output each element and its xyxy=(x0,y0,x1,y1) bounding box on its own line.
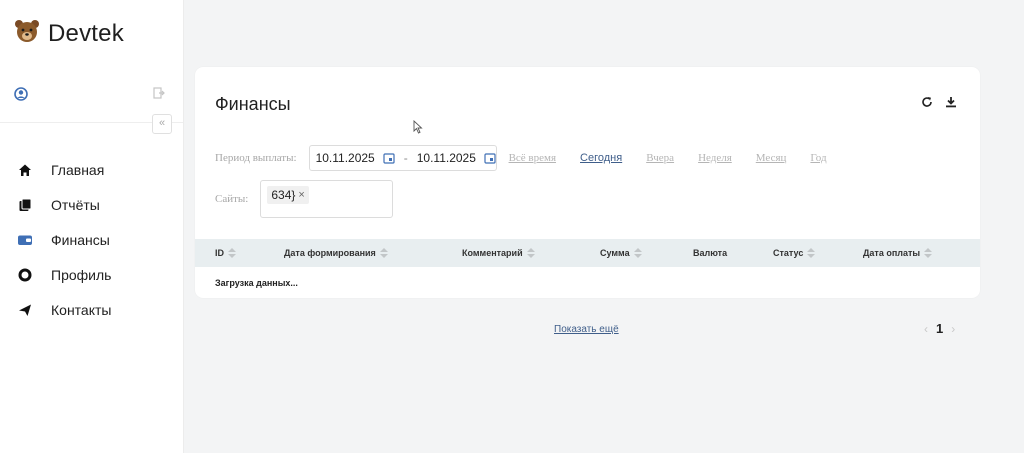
gear-icon xyxy=(16,266,34,284)
sidebar-item-label: Отчёты xyxy=(51,196,100,213)
header-actions xyxy=(918,93,960,111)
paper-plane-icon xyxy=(16,301,34,319)
sort-icon xyxy=(807,248,816,258)
sidebar-item-contacts[interactable]: Контакты xyxy=(0,292,183,327)
site-tag-label: 634} xyxy=(271,188,296,202)
column-status[interactable]: Статус xyxy=(773,239,816,267)
period-week-link[interactable]: Неделя xyxy=(698,152,732,164)
column-header-label: Дата формирования xyxy=(284,248,376,258)
sort-icon xyxy=(526,248,535,258)
sidebar-item-label: Главная xyxy=(51,161,105,178)
column-header-label: ID xyxy=(215,248,224,258)
logo[interactable]: Devtek xyxy=(14,18,124,49)
download-icon[interactable] xyxy=(942,93,960,111)
prev-page-icon[interactable]: ‹ xyxy=(924,322,928,336)
sidebar: Devtek « Главная Отчёты Финансы Профиль … xyxy=(0,0,184,453)
column-header-label: Комментарий xyxy=(462,248,523,258)
period-label: Период выплаты: xyxy=(215,152,297,164)
sort-icon xyxy=(379,248,388,258)
sidebar-nav: Главная Отчёты Финансы Профиль Контакты xyxy=(0,152,183,327)
period-all-time-link[interactable]: Всё время xyxy=(509,152,556,164)
column-id[interactable]: ID xyxy=(215,239,236,267)
column-header-label: Валюта xyxy=(693,248,728,258)
next-page-icon[interactable]: › xyxy=(951,322,955,336)
sidebar-item-label: Профиль xyxy=(51,266,112,283)
show-more-link[interactable]: Показать ещё xyxy=(554,324,619,335)
sort-icon xyxy=(924,248,933,258)
sidebar-item-label: Контакты xyxy=(51,301,112,318)
date-to-input[interactable]: 10.11.2025 xyxy=(417,151,476,165)
period-yesterday-link[interactable]: Вчера xyxy=(646,152,674,164)
sidebar-item-profile[interactable]: Профиль xyxy=(0,257,183,292)
date-from-input[interactable]: 10.11.2025 xyxy=(316,151,375,165)
period-year-link[interactable]: Год xyxy=(810,152,826,164)
calendar-icon[interactable] xyxy=(484,152,496,164)
page-title: Финансы xyxy=(215,94,291,114)
user-avatar-icon[interactable] xyxy=(14,87,28,106)
sites-multiselect[interactable]: 634} × xyxy=(260,180,394,218)
collapse-sidebar-button[interactable]: « xyxy=(152,114,172,134)
column-currency: Валюта xyxy=(693,239,727,267)
sidebar-item-finance[interactable]: Финансы xyxy=(0,222,183,257)
column-created-date[interactable]: Дата формирования xyxy=(284,239,388,267)
refresh-icon[interactable] xyxy=(918,93,936,111)
bear-logo-icon xyxy=(14,18,40,49)
period-month-link[interactable]: Месяц xyxy=(756,152,787,164)
wallet-icon xyxy=(16,231,34,249)
date-range-picker[interactable]: 10.11.2025 - 10.11.2025 xyxy=(308,145,497,171)
sites-label: Сайты: xyxy=(215,193,249,205)
sidebar-item-label: Финансы xyxy=(51,231,110,248)
period-today-link[interactable]: Сегодня xyxy=(580,152,622,164)
logout-icon[interactable] xyxy=(152,86,166,105)
column-comment[interactable]: Комментарий xyxy=(462,239,535,267)
remove-tag-icon[interactable]: × xyxy=(298,189,304,201)
sort-icon xyxy=(228,248,236,258)
sites-filter: Сайты: 634} × xyxy=(215,180,394,218)
mouse-cursor-icon xyxy=(413,119,423,139)
column-header-label: Статус xyxy=(773,248,804,258)
calendar-icon[interactable] xyxy=(383,152,395,164)
period-filter: Период выплаты: 10.11.2025 - 10.11.2025 … xyxy=(215,145,827,171)
loading-text: Загрузка данных... xyxy=(215,278,298,288)
column-amount[interactable]: Сумма xyxy=(600,239,642,267)
pagination: ‹ 1 › xyxy=(924,321,955,336)
date-range-separator: - xyxy=(403,151,408,165)
brand-name: Devtek xyxy=(48,19,124,47)
sidebar-item-home[interactable]: Главная xyxy=(0,152,183,187)
finance-card: Финансы Период выплаты: 10.11.2025 - 10.… xyxy=(195,67,980,298)
column-header-label: Сумма xyxy=(600,248,630,258)
column-payment-date[interactable]: Дата оплаты xyxy=(863,239,933,267)
column-header-label: Дата оплаты xyxy=(863,248,921,258)
home-icon xyxy=(16,161,34,179)
reports-icon xyxy=(16,196,34,214)
table-header: ID Дата формирования Комментарий Сумма В… xyxy=(195,239,980,267)
sidebar-item-reports[interactable]: Отчёты xyxy=(0,187,183,222)
quick-period-links: Всё время Сегодня Вчера Неделя Месяц Год xyxy=(509,152,827,164)
page-number[interactable]: 1 xyxy=(936,321,943,336)
site-tag: 634} × xyxy=(267,186,309,204)
sort-icon xyxy=(633,248,642,258)
